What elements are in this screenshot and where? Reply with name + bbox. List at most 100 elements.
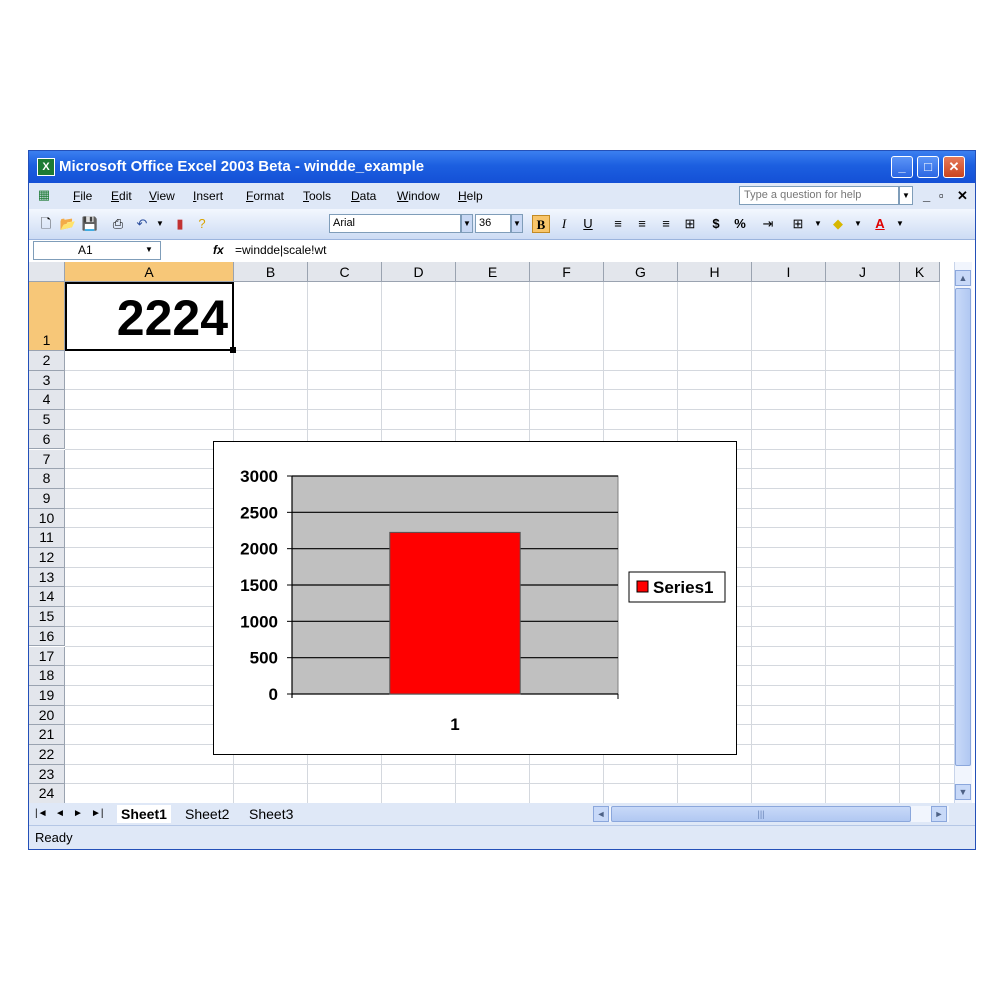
chevron-down-icon[interactable]: ▼: [899, 186, 913, 205]
row-header-23[interactable]: 23: [29, 764, 65, 785]
row-header-5[interactable]: 5: [29, 410, 65, 430]
column-header-c[interactable]: C: [308, 262, 382, 282]
underline-button[interactable]: U: [579, 215, 597, 233]
chevron-down-icon[interactable]: ▼: [461, 214, 473, 233]
borders-dropdown-icon[interactable]: ▼: [809, 215, 827, 233]
font-size-select[interactable]: 36: [475, 214, 511, 233]
align-left-icon[interactable]: ≡: [609, 215, 627, 233]
column-header-h[interactable]: H: [678, 262, 752, 282]
font-name-select[interactable]: Arial: [329, 214, 461, 233]
menu-insert[interactable]: Insert: [193, 189, 223, 203]
fill-dropdown-icon[interactable]: ▼: [849, 215, 867, 233]
row-header-24[interactable]: 24: [29, 784, 65, 803]
prev-sheet-icon[interactable]: ◄: [55, 808, 65, 819]
column-header-e[interactable]: E: [456, 262, 530, 282]
column-header-g[interactable]: G: [604, 262, 678, 282]
column-header-i[interactable]: I: [752, 262, 826, 282]
menu-file[interactable]: File: [73, 189, 92, 203]
percent-button[interactable]: %: [731, 215, 749, 233]
menu-view[interactable]: View: [149, 189, 175, 203]
embedded-chart[interactable]: 0 500 1000 1500 2000 2500 3000 1 Series1: [213, 441, 737, 755]
row-header-4[interactable]: 4: [29, 390, 65, 411]
chart-wizard-icon[interactable]: ▮: [171, 215, 189, 233]
tab-sheet3[interactable]: Sheet3: [245, 805, 297, 823]
row-header-8[interactable]: 8: [29, 469, 65, 489]
worksheet-grid[interactable]: ABCDEFGHIJK 1 2 3 4 5 6 7 8 9 10 11 12 13 14 15 16 17 18 1…: [29, 262, 975, 803]
next-sheet-icon[interactable]: ►: [73, 808, 83, 819]
indent-icon[interactable]: ⇥: [759, 215, 777, 233]
doc-restore-button[interactable]: ▫: [939, 188, 944, 203]
cell-a1[interactable]: 2224: [65, 282, 234, 351]
vertical-scroll-thumb[interactable]: [955, 288, 971, 766]
print-icon[interactable]: ⎙: [109, 215, 127, 233]
new-icon[interactable]: 🗋: [37, 215, 55, 233]
doc-close-button[interactable]: ✕: [957, 188, 968, 204]
select-all-button[interactable]: [29, 262, 65, 282]
fill-handle[interactable]: [230, 347, 236, 353]
column-header-f[interactable]: F: [530, 262, 604, 282]
row-header-7[interactable]: 7: [29, 449, 65, 470]
scroll-up-icon[interactable]: ▲: [955, 270, 971, 286]
open-folder-icon[interactable]: 📂: [59, 215, 77, 233]
column-header-b[interactable]: B: [234, 262, 308, 282]
row-header-10[interactable]: 10: [29, 508, 65, 529]
ask-question-input[interactable]: Type a question for help: [739, 186, 899, 205]
chevron-down-icon[interactable]: ▼: [511, 214, 523, 233]
horizontal-scroll-thumb[interactable]: |||: [611, 806, 911, 822]
row-header-1[interactable]: 1: [29, 282, 65, 351]
italic-button[interactable]: I: [555, 215, 573, 233]
row-header-9[interactable]: 9: [29, 488, 65, 509]
undo-icon[interactable]: ↶: [133, 215, 151, 233]
document-icon[interactable]: ▦: [35, 186, 53, 204]
row-header-6[interactable]: 6: [29, 429, 65, 450]
currency-button[interactable]: $: [707, 215, 725, 233]
align-right-icon[interactable]: ≡: [657, 215, 675, 233]
help-icon[interactable]: ?: [193, 215, 211, 233]
column-header-k[interactable]: K: [900, 262, 940, 282]
close-button[interactable]: ✕: [943, 156, 965, 178]
row-header-14[interactable]: 14: [29, 587, 65, 608]
menu-window[interactable]: Window: [397, 189, 440, 203]
fx-icon[interactable]: fx: [213, 243, 224, 257]
borders-icon[interactable]: ⊞: [789, 215, 807, 233]
row-header-18[interactable]: 18: [29, 666, 65, 686]
maximize-button[interactable]: □: [917, 156, 939, 178]
doc-minimize-button[interactable]: _: [923, 188, 930, 203]
row-header-2[interactable]: 2: [29, 351, 65, 371]
row-header-20[interactable]: 20: [29, 705, 65, 726]
row-header-22[interactable]: 22: [29, 745, 65, 765]
row-header-15[interactable]: 15: [29, 607, 65, 627]
bold-button[interactable]: B: [532, 215, 550, 233]
column-header-j[interactable]: J: [826, 262, 900, 282]
row-header-19[interactable]: 19: [29, 685, 65, 706]
menu-tools[interactable]: Tools: [303, 189, 331, 203]
column-header-d[interactable]: D: [382, 262, 456, 282]
formula-input[interactable]: =windde|scale!wt: [235, 243, 327, 257]
name-box[interactable]: A1: [33, 241, 161, 260]
row-header-21[interactable]: 21: [29, 725, 65, 745]
vertical-scrollbar[interactable]: ▲ ▼: [954, 262, 972, 803]
row-header-16[interactable]: 16: [29, 626, 65, 647]
last-sheet-icon[interactable]: ►|: [91, 808, 104, 819]
tab-sheet2[interactable]: Sheet2: [181, 805, 233, 823]
menu-edit[interactable]: Edit: [111, 189, 132, 203]
first-sheet-icon[interactable]: |◄: [35, 808, 48, 819]
row-header-12[interactable]: 12: [29, 548, 65, 568]
row-header-17[interactable]: 17: [29, 646, 65, 667]
scroll-left-icon[interactable]: ◄: [593, 806, 609, 822]
row-header-3[interactable]: 3: [29, 370, 65, 391]
undo-dropdown-icon[interactable]: ▼: [151, 215, 169, 233]
fill-color-icon[interactable]: ◆: [829, 215, 847, 233]
chevron-down-icon[interactable]: ▼: [145, 245, 153, 254]
menu-help[interactable]: Help: [458, 189, 483, 203]
row-header-13[interactable]: 13: [29, 567, 65, 588]
column-header-a[interactable]: A: [65, 262, 234, 282]
scroll-right-icon[interactable]: ►: [931, 806, 947, 822]
save-icon[interactable]: 💾: [81, 215, 99, 233]
tab-sheet1[interactable]: Sheet1: [117, 805, 171, 823]
horizontal-scrollbar[interactable]: ◄ ||| ►: [593, 806, 949, 822]
row-header-11[interactable]: 11: [29, 528, 65, 548]
menu-format[interactable]: Format: [246, 189, 284, 203]
minimize-button[interactable]: _: [891, 156, 913, 178]
align-center-icon[interactable]: ≡: [633, 215, 651, 233]
